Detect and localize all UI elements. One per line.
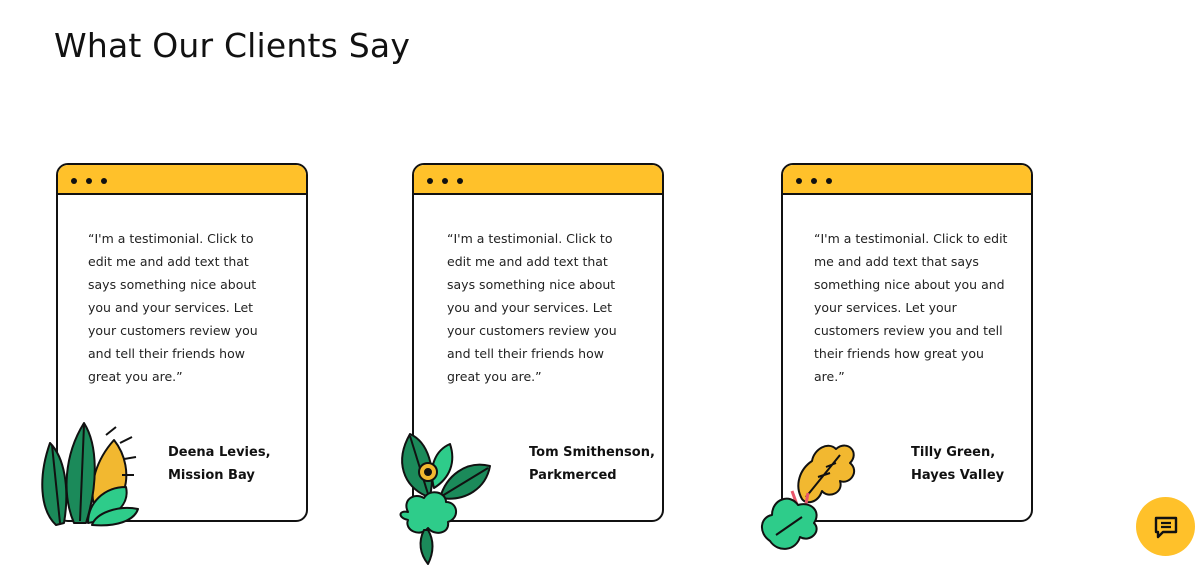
leaf-plant-illustration: [399, 433, 491, 565]
testimonial-quote: “I'm a testimonial. Click to edit me and…: [814, 231, 1008, 384]
chat-icon: [1154, 516, 1177, 538]
card-header: [783, 165, 1031, 195]
leaf-plant-illustration: [761, 444, 856, 550]
window-dot: [442, 178, 448, 184]
window-dot: [811, 178, 817, 184]
window-dot: [427, 178, 433, 184]
testimonial-author: Deena Levies, Mission Bay: [168, 445, 271, 483]
testimonial-author: Tom Smithenson, Parkmerced: [529, 445, 655, 483]
card-header: [414, 165, 662, 195]
card-header: [58, 165, 306, 195]
window-dot: [101, 178, 107, 184]
testimonial-author: Tilly Green, Hayes Valley: [911, 445, 1005, 483]
testimonial-quote: “I'm a testimonial. Click to edit me and…: [88, 231, 258, 384]
window-dot: [71, 178, 77, 184]
window-dot: [796, 178, 802, 184]
window-dot: [826, 178, 832, 184]
chat-button[interactable]: [1136, 497, 1195, 556]
leaf-plant-illustration: [41, 422, 139, 527]
window-dot: [457, 178, 463, 184]
window-dot: [86, 178, 92, 184]
testimonial-quote: “I'm a testimonial. Click to edit me and…: [447, 231, 617, 384]
section-title: What Our Clients Say: [54, 26, 411, 65]
